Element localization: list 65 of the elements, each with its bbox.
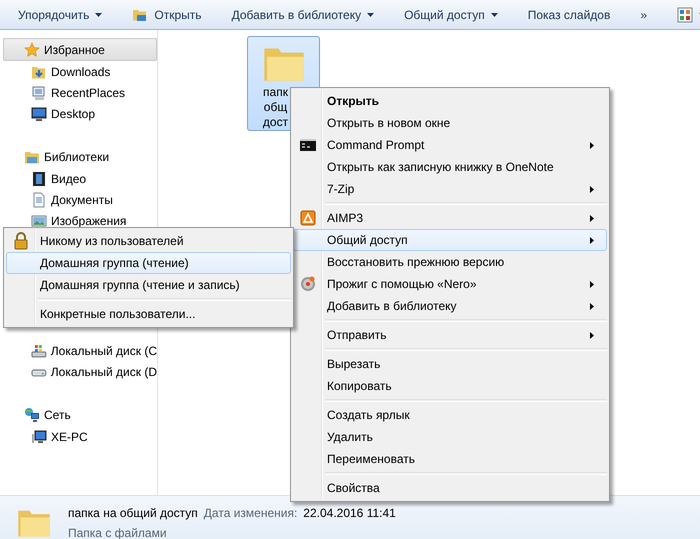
menu-item[interactable]: Создать ярлык — [293, 404, 607, 426]
film-icon — [31, 170, 47, 186]
menu-item[interactable]: Удалить — [293, 426, 607, 448]
submenu-arrow-icon — [590, 236, 594, 244]
nav-heading[interactable]: Сеть — [3, 403, 157, 426]
nav-heading[interactable]: Библиотеки — [3, 145, 157, 168]
submenu-arrow-icon — [590, 214, 594, 222]
triangle-icon — [300, 210, 316, 226]
caret-icon — [367, 12, 374, 16]
recent-places-icon — [31, 84, 47, 100]
date-label: Дата изменения: — [204, 506, 298, 520]
nav-item[interactable]: Desktop — [0, 103, 157, 124]
submenu-arrow-icon — [590, 142, 594, 148]
menu-item[interactable]: Добавить в библиотеку — [293, 295, 607, 317]
nav-item[interactable]: Downloads — [0, 61, 157, 82]
menu-item[interactable]: Домашняя группа (чтение) — [6, 252, 291, 274]
document-icon — [31, 192, 47, 208]
menu-item[interactable]: Копировать — [293, 375, 607, 397]
menu-item[interactable]: Command Prompt — [293, 134, 607, 156]
nav-heading[interactable]: Избранное — [3, 38, 157, 61]
caret-icon — [95, 12, 102, 16]
menu-item[interactable]: Общий доступ — [293, 229, 607, 251]
menu-item[interactable]: Отправить — [293, 324, 607, 346]
star-icon — [24, 42, 40, 58]
submenu-arrow-icon — [590, 332, 594, 338]
menu-item[interactable]: AIMP3 — [293, 207, 607, 229]
file-name: папка на общий доступ — [68, 506, 198, 520]
nav-item[interactable]: Локальный диск (C — [0, 340, 157, 361]
system-disk-icon — [31, 342, 47, 358]
nav-item[interactable]: RecentPlaces — [0, 82, 157, 103]
toolbar-button[interactable]: Общий доступ — [396, 4, 506, 26]
console-icon — [300, 139, 316, 151]
lock-icon — [14, 232, 28, 250]
menu-item[interactable]: Прожиг с помощью «Nero» — [293, 273, 607, 295]
nav-item[interactable]: Изображения — [0, 210, 157, 231]
nav-item[interactable]: Документы — [0, 189, 157, 210]
nav-item[interactable]: XE-PC — [0, 426, 157, 447]
nav-item[interactable]: Локальный диск (D — [0, 361, 157, 382]
toolbar-button[interactable]: Добавить в библиотеку — [224, 4, 382, 26]
submenu-arrow-icon — [590, 280, 594, 288]
menu-item[interactable]: 7-Zip — [293, 178, 607, 200]
menu-item[interactable]: Конкретные пользователи... — [6, 303, 291, 325]
views-icon — [677, 6, 694, 22]
desktop-icon — [31, 106, 47, 122]
menu-item[interactable]: Переименовать — [293, 448, 607, 470]
toolbar-button[interactable]: Упорядочить — [10, 4, 110, 26]
menu-item[interactable]: Домашняя группа (чтение и запись) — [6, 274, 291, 296]
caret-icon — [490, 12, 498, 16]
toolbar-button[interactable]: Открыть — [124, 2, 210, 26]
image-icon — [31, 212, 47, 228]
nav-item[interactable]: Видео — [0, 168, 157, 189]
disc-icon — [300, 276, 316, 292]
menu-item[interactable]: Свойства — [293, 477, 607, 499]
menu-item[interactable]: Открыть как записную книжку в OneNote — [293, 156, 607, 178]
computer-icon — [31, 428, 47, 444]
toolbar-button[interactable]: Показ слайдов — [520, 4, 618, 26]
menu-item[interactable]: Никому из пользователей — [6, 230, 291, 252]
menu-item[interactable]: Вырезать — [293, 353, 607, 375]
network-icon — [24, 406, 40, 422]
menu-item[interactable]: Восстановить прежнюю версию — [293, 251, 607, 273]
folder-label: папк общ дост — [262, 85, 290, 130]
toolbar-button[interactable]: » — [632, 4, 656, 26]
date-value: 22.04.2016 11:41 — [303, 506, 396, 520]
submenu-arrow-icon — [590, 302, 594, 310]
submenu-arrow-icon — [590, 186, 594, 192]
